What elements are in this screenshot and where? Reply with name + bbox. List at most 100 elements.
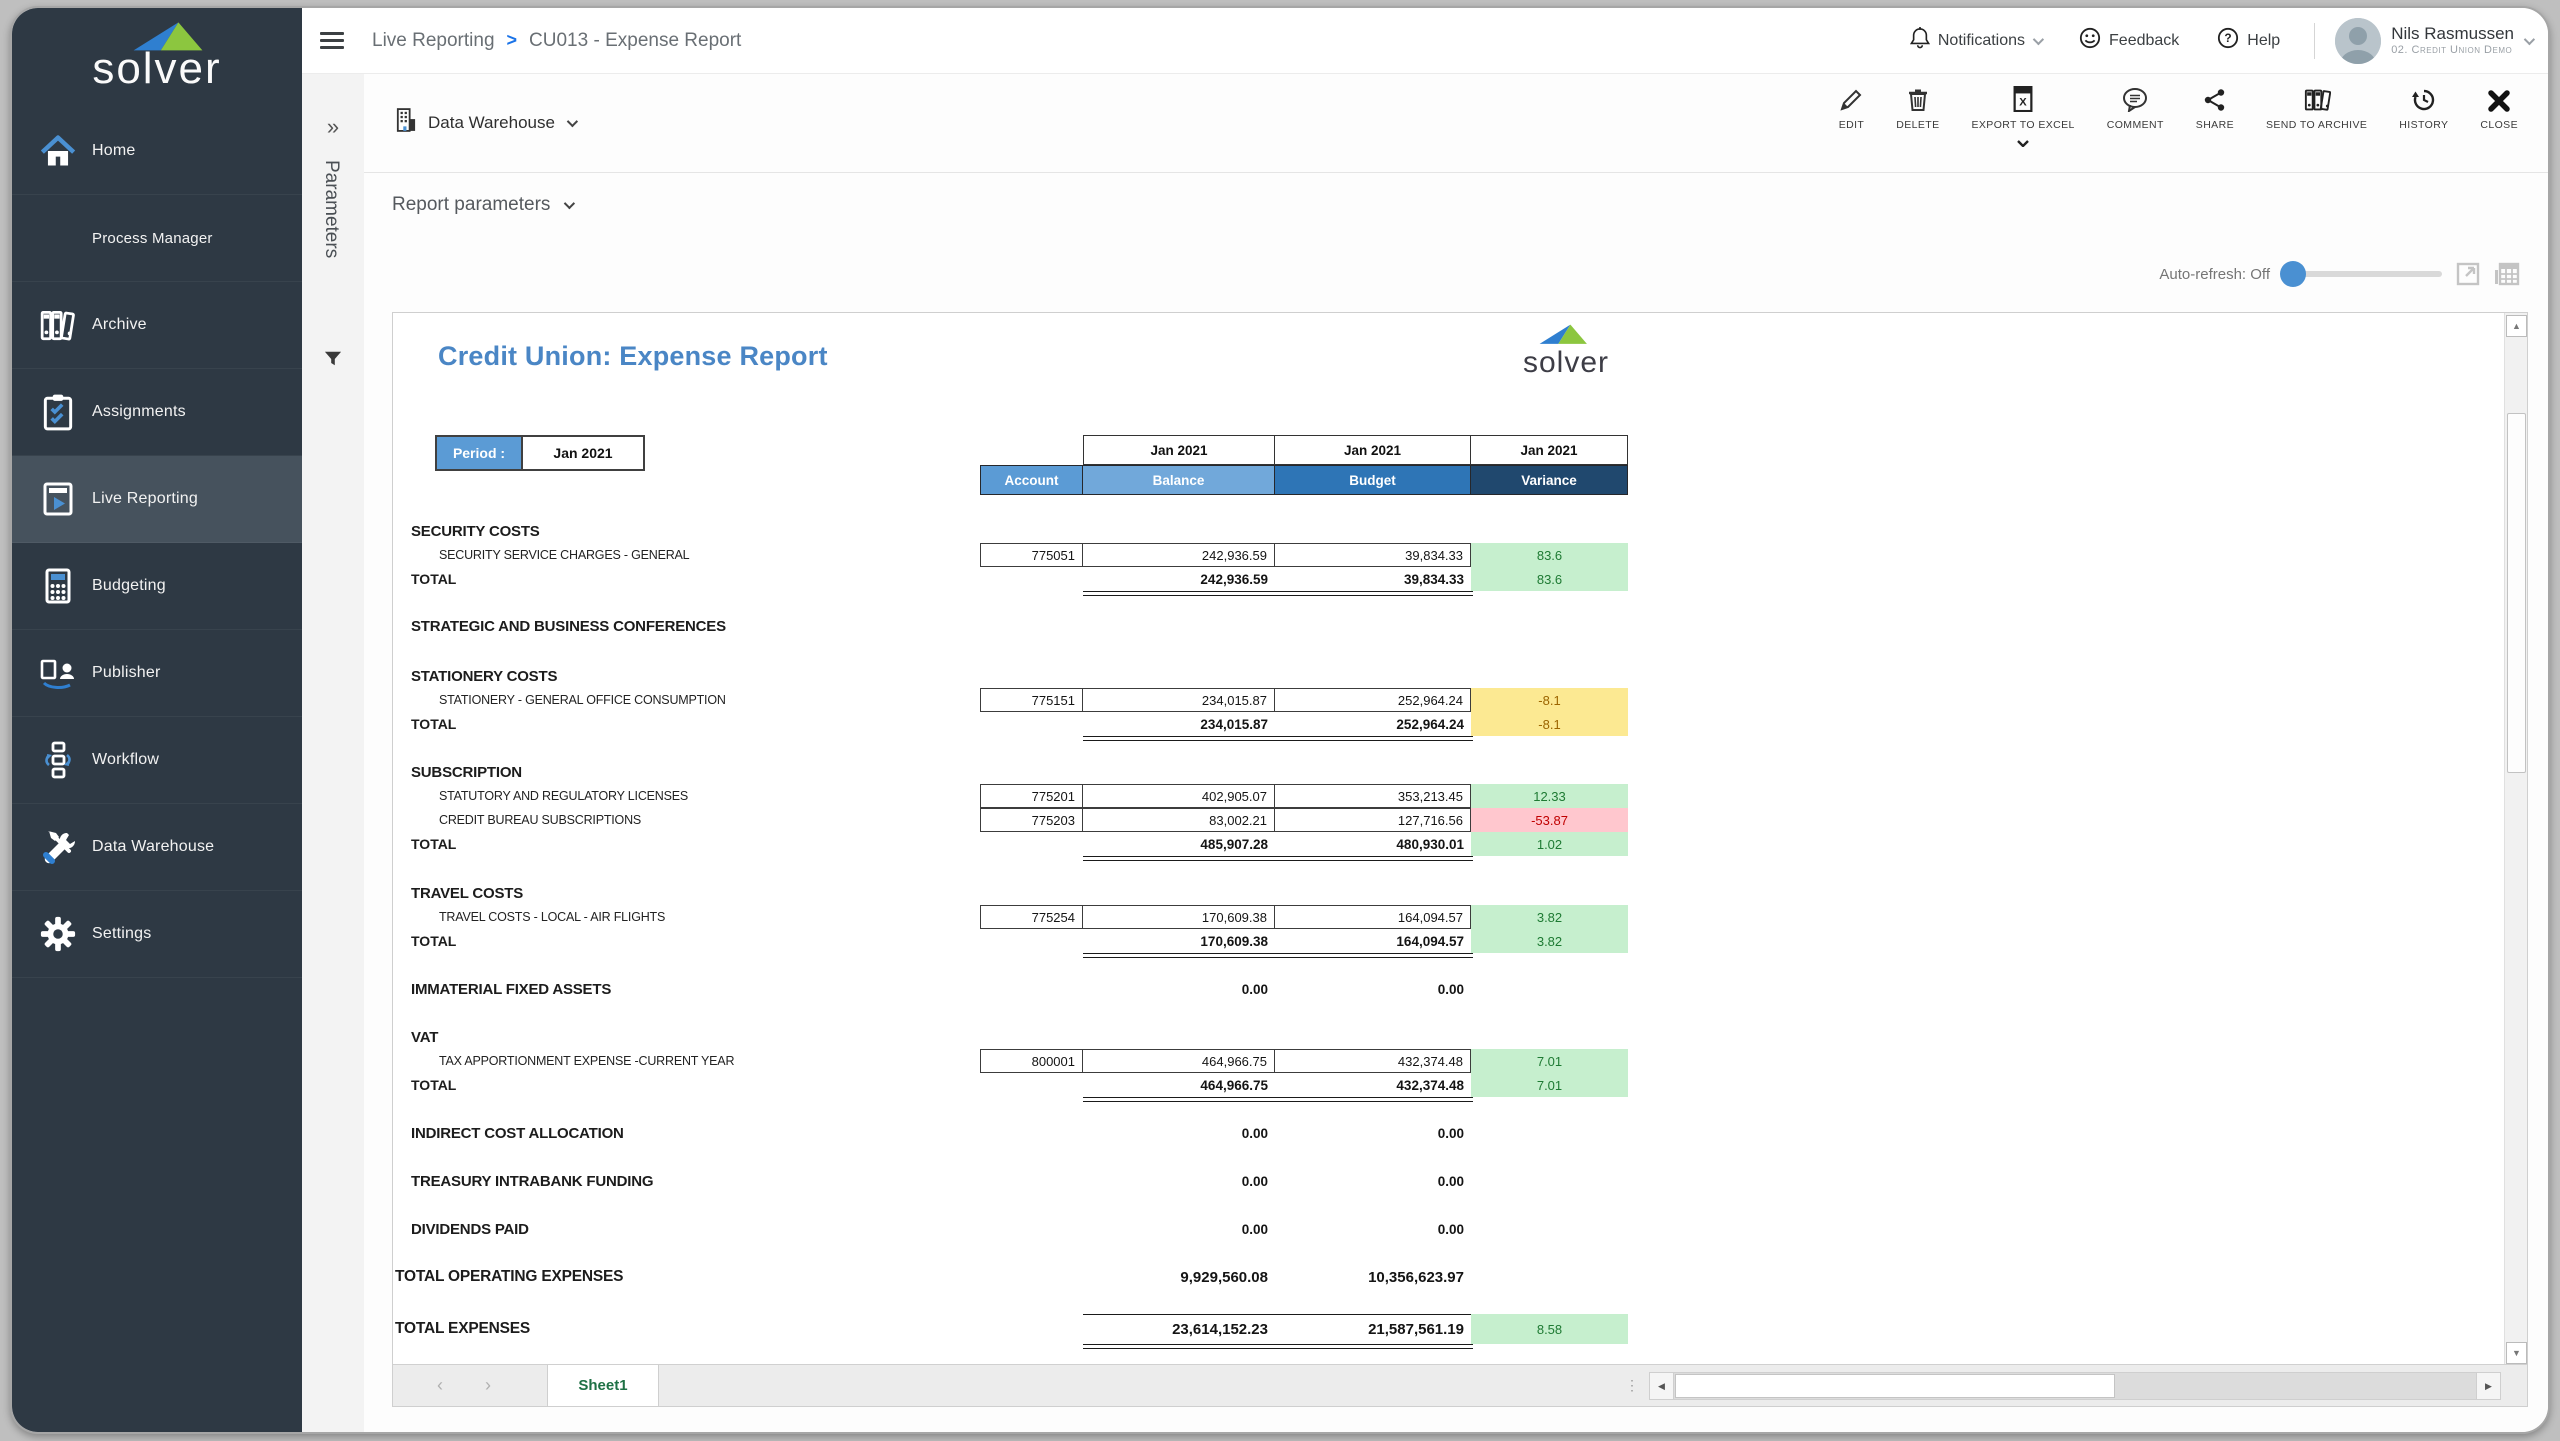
sidebar-item-assignments[interactable]: Assignments (12, 369, 302, 456)
table-row: CREDIT BUREAU SUBSCRIPTIONS 775203 83,00… (393, 808, 2503, 832)
chevron-down-icon (567, 115, 578, 126)
sheet-bar: ‹ › Sheet1 ⋮ ◀ ▶ (393, 1364, 2527, 1406)
drag-handle-icon[interactable]: ⋮ (1625, 1365, 1639, 1406)
auto-refresh-control: Auto-refresh: Off (2159, 262, 2520, 286)
sidebar-item-home[interactable]: Home (12, 108, 302, 195)
section-row: STATIONERY COSTS (393, 664, 2503, 688)
vertical-scrollbar-thumb[interactable] (2507, 413, 2526, 773)
binders-icon (2266, 82, 2367, 112)
horizontal-scrollbar[interactable]: ◀ ▶ (1649, 1372, 2501, 1400)
app-window: solver Home Process Manager Archive Assi… (10, 6, 2550, 1434)
slider-knob[interactable] (2280, 261, 2306, 287)
expand-panel-icon[interactable]: » (302, 114, 364, 140)
sidebar-item-process-manager[interactable]: Process Manager (12, 195, 302, 282)
calculator-icon (38, 566, 78, 606)
building-icon (396, 108, 416, 137)
sidebar-item-settings[interactable]: Settings (12, 891, 302, 978)
sidebar-item-archive[interactable]: Archive (12, 282, 302, 369)
share-button[interactable]: SHARE (2180, 82, 2250, 152)
data-source-dropdown[interactable]: Data Warehouse (396, 108, 575, 137)
breadcrumb-section[interactable]: Live Reporting (372, 30, 495, 52)
chevron-down-icon (1971, 134, 2074, 152)
table-row: INDIRECT COST ALLOCATION 0.00 0.00 (393, 1121, 2503, 1145)
main-content: Data Warehouse EDIT DELETE X EXPORT TO E… (364, 74, 2548, 1432)
scroll-right-button[interactable]: ▶ (2476, 1373, 2500, 1399)
period-selector: Period : Jan 2021 (435, 435, 645, 471)
auto-refresh-slider[interactable] (2284, 271, 2442, 277)
help-icon: ? (2217, 27, 2239, 54)
edit-button[interactable]: EDIT (1823, 82, 1881, 152)
history-button[interactable]: HISTORY (2383, 82, 2464, 152)
comment-button[interactable]: COMMENT (2091, 82, 2180, 152)
archive-icon (38, 305, 78, 345)
sidebar-item-label: Assignments (92, 403, 186, 421)
total-row: TOTAL 234,015.87 252,964.24 -8.1 (393, 712, 2503, 736)
period-value: Jan 2021 (523, 437, 643, 469)
svg-text:X: X (2019, 97, 2027, 109)
period-header-row: Jan 2021 Jan 2021 Jan 2021 (1083, 435, 1628, 465)
sidebar-item-label: Archive (92, 316, 147, 334)
section-row: VAT (393, 1025, 2503, 1049)
section-row: STRATEGIC AND BUSINESS CONFERENCES (393, 614, 2503, 638)
table-row: TAX APPORTIONMENT EXPENSE -CURRENT YEAR … (393, 1049, 2503, 1073)
sidebar-item-workflow[interactable]: Workflow (12, 717, 302, 804)
report-parameters-dropdown[interactable]: Report parameters (392, 194, 572, 216)
table-row: STATUTORY AND REGULATORY LICENSES 775201… (393, 784, 2503, 808)
prev-sheet-button[interactable]: ‹ (437, 1365, 443, 1406)
double-rule (1083, 736, 1473, 741)
period-label: Period : (437, 437, 523, 469)
breadcrumb: Live Reporting > CU013 - Expense Report (372, 30, 741, 52)
scroll-up-button[interactable]: ▲ (2506, 315, 2527, 337)
user-org: 02. Credit Union Demo (2391, 44, 2514, 57)
grid-icon[interactable] (2494, 262, 2520, 286)
vertical-scrollbar[interactable]: ▲ ▼ (2504, 313, 2527, 1366)
excel-icon: X (1971, 82, 2074, 112)
help-label: Help (2247, 32, 2280, 50)
sidebar-item-budgeting[interactable]: Budgeting (12, 543, 302, 630)
smiley-icon (2079, 27, 2101, 54)
chevron-down-icon (2524, 33, 2535, 44)
send-to-archive-button[interactable]: SEND TO ARCHIVE (2250, 82, 2383, 152)
menu-icon[interactable] (320, 28, 344, 53)
sidebar-item-publisher[interactable]: Publisher (12, 630, 302, 717)
solver-logo: solver (12, 8, 302, 108)
horizontal-scrollbar-thumb[interactable] (1675, 1374, 2115, 1398)
live-reporting-icon (38, 479, 78, 519)
double-rule (1083, 1097, 1473, 1102)
divider (364, 172, 2548, 173)
double-rule (1083, 953, 1473, 958)
report-viewport: Credit Union: Expense Report solver Peri… (392, 312, 2528, 1407)
resize-icon[interactable] (2456, 262, 2480, 286)
double-rule (1083, 856, 1473, 861)
scroll-down-button[interactable]: ▼ (2506, 1342, 2527, 1364)
sidebar-item-data-warehouse[interactable]: Data Warehouse (12, 804, 302, 891)
chevron-down-icon (2033, 33, 2044, 44)
export-to-excel-button[interactable]: X EXPORT TO EXCEL (1955, 82, 2090, 152)
pencil-icon (1839, 82, 1865, 112)
filter-icon[interactable] (324, 350, 342, 373)
table-row: SECURITY SERVICE CHARGES - GENERAL 77505… (393, 543, 2503, 567)
avatar[interactable] (2335, 18, 2381, 64)
grand-total-row: TOTAL EXPENSES 23,614,152.23 21,587,561.… (393, 1314, 2503, 1344)
sidebar-item-label: Workflow (92, 751, 159, 769)
tools-icon (38, 827, 78, 867)
user-menu[interactable]: Nils Rasmussen 02. Credit Union Demo (2391, 24, 2514, 56)
report-parameters-label: Report parameters (392, 194, 550, 216)
delete-button[interactable]: DELETE (1880, 82, 1955, 152)
notifications-button[interactable]: Notifications (1896, 27, 2055, 54)
notifications-label: Notifications (1938, 32, 2025, 50)
clipboard-icon (38, 392, 78, 432)
scroll-left-button[interactable]: ◀ (1650, 1373, 1674, 1399)
trash-icon (1896, 82, 1939, 112)
help-button[interactable]: ? Help (2203, 27, 2294, 54)
feedback-label: Feedback (2109, 32, 2179, 50)
sidebar-item-label: Publisher (92, 664, 161, 682)
sidebar-item-live-reporting[interactable]: Live Reporting (12, 456, 302, 543)
sheet-tab[interactable]: Sheet1 (547, 1365, 659, 1406)
table-row: TRAVEL COSTS - LOCAL - AIR FLIGHTS 77525… (393, 905, 2503, 929)
next-sheet-button[interactable]: › (485, 1365, 491, 1406)
comment-icon (2107, 82, 2164, 112)
feedback-button[interactable]: Feedback (2065, 27, 2193, 54)
close-button[interactable]: CLOSE (2464, 82, 2534, 152)
home-icon (38, 131, 78, 171)
